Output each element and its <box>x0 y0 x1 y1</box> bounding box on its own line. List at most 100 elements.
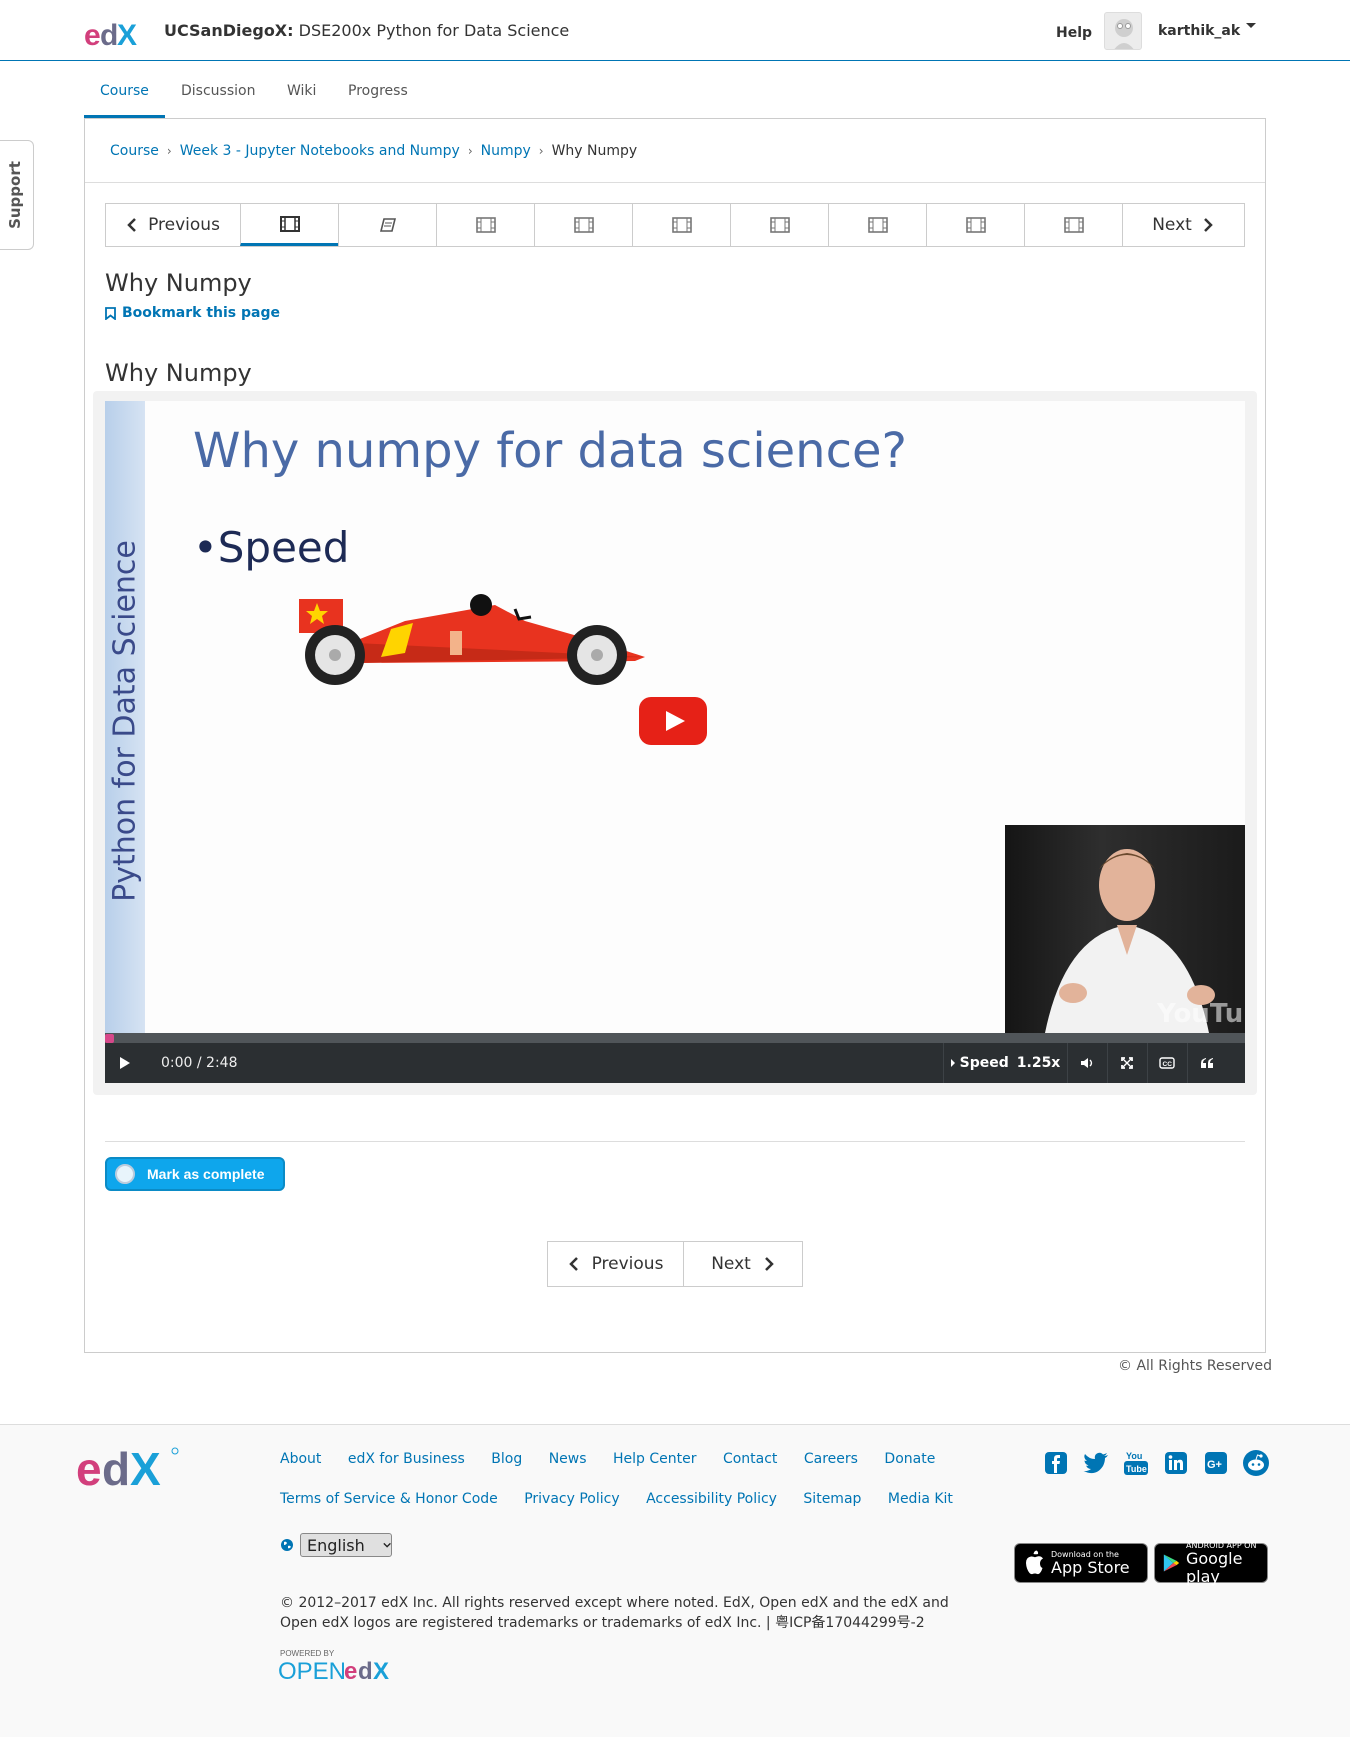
sequence-item-1[interactable] <box>240 204 338 246</box>
breadcrumb-course[interactable]: Course <box>110 143 159 159</box>
copyright-notice: © 2012–2017 edX Inc. All rights reserved… <box>280 1595 949 1631</box>
sequence-item-9[interactable] <box>1024 204 1122 246</box>
sequence-item-2[interactable] <box>338 204 436 246</box>
sequence-next-button[interactable]: Next <box>1122 204 1244 246</box>
chevron-left-icon <box>127 218 136 232</box>
breadcrumb-current: Why Numpy <box>551 143 638 159</box>
footer-link-business[interactable]: edX for Business <box>348 1451 465 1467</box>
svg-text:e: e <box>84 19 101 51</box>
breadcrumb: Course › Week 3 - Jupyter Notebooks and Nu… <box>110 143 637 159</box>
speed-button[interactable]: Speed 1.25x <box>943 1043 1067 1083</box>
transcript-button[interactable] <box>1187 1043 1227 1083</box>
svg-text:POWERED BY: POWERED BY <box>280 1649 335 1658</box>
footer-link-terms[interactable]: Terms of Service & Honor Code <box>280 1491 498 1507</box>
youtube-play-icon[interactable] <box>639 697 707 745</box>
footer-link-sitemap[interactable]: Sitemap <box>803 1491 861 1507</box>
video-icon <box>965 217 986 233</box>
tab-discussion[interactable]: Discussion <box>165 78 271 118</box>
google-play-badge[interactable]: ANDROID APP ON Google play <box>1154 1541 1268 1586</box>
footer-link-help-center[interactable]: Help Center <box>613 1451 697 1467</box>
svg-text:e: e <box>344 1658 357 1685</box>
svg-text:d: d <box>358 1658 373 1685</box>
footer-link-about[interactable]: About <box>280 1451 321 1467</box>
support-label: Support <box>5 161 24 229</box>
video-icon <box>769 217 790 233</box>
edx-logo[interactable]: e d X <box>84 17 144 51</box>
play-button[interactable] <box>105 1043 145 1083</box>
video-icon <box>475 217 496 233</box>
bottom-previous-button[interactable]: Previous <box>548 1242 683 1286</box>
captions-button[interactable]: CC <box>1147 1043 1187 1083</box>
breadcrumb-section[interactable]: Numpy <box>481 143 531 159</box>
svg-text:d: d <box>100 19 118 51</box>
presenter-video: YouTube <box>1005 825 1245 1033</box>
support-tab[interactable]: Support <box>0 140 34 250</box>
powered-by-openedx-logo[interactable]: POWERED BY OPEN e d X <box>278 1647 408 1685</box>
footer-links-legal: Terms of Service & Honor Code Privacy Po… <box>280 1491 975 1507</box>
username[interactable]: karthik_ak <box>1158 23 1240 39</box>
unit-title: Why Numpy <box>105 269 252 297</box>
footer-link-privacy[interactable]: Privacy Policy <box>524 1491 619 1507</box>
breadcrumb-week[interactable]: Week 3 - Jupyter Notebooks and Numpy <box>180 143 460 159</box>
linkedin-icon[interactable] <box>1162 1449 1190 1477</box>
bottom-next-label: Next <box>711 1254 751 1274</box>
volume-button[interactable] <box>1067 1043 1107 1083</box>
google-plus-icon[interactable]: G+ <box>1202 1449 1230 1477</box>
tab-course[interactable]: Course <box>84 78 165 118</box>
mark-complete-button[interactable]: Mark as complete <box>105 1157 285 1191</box>
sequence-item-4[interactable] <box>534 204 632 246</box>
footer-link-news[interactable]: News <box>549 1451 587 1467</box>
twitter-icon[interactable] <box>1082 1449 1110 1477</box>
language-value: English <box>307 1535 365 1555</box>
help-link[interactable]: Help <box>1056 25 1092 41</box>
footer-link-donate[interactable]: Donate <box>884 1451 935 1467</box>
tab-wiki[interactable]: Wiki <box>271 78 332 118</box>
bookmark-button[interactable]: Bookmark this page <box>105 305 280 321</box>
svg-text:X: X <box>373 1658 389 1685</box>
sequence-previous-button[interactable]: Previous <box>106 204 240 246</box>
fullscreen-button[interactable] <box>1107 1043 1147 1083</box>
site-header: e d X UCSanDiegoX: DSE200x Python for Da… <box>0 0 1350 61</box>
video-frame[interactable]: Python for Data Science Why numpy for da… <box>105 401 1245 1033</box>
speed-value: 1.25x <box>1016 1055 1061 1071</box>
app-store-big-text: App Store <box>1051 1557 1130 1577</box>
app-store-badge[interactable]: Download on the App Store <box>1014 1543 1148 1583</box>
footer-link-blog[interactable]: Blog <box>491 1451 522 1467</box>
caret-down-icon[interactable] <box>1240 18 1262 34</box>
chevron-right-icon <box>1203 218 1213 232</box>
tab-progress[interactable]: Progress <box>332 78 424 118</box>
svg-text:OPEN: OPEN <box>278 1658 346 1685</box>
all-rights-reserved: © All Rights Reserved <box>1118 1358 1273 1374</box>
sequence-item-8[interactable] <box>926 204 1024 246</box>
google-play-big-text: Google play <box>1185 1548 1243 1586</box>
video-controls: 0:00 / 2:48 Speed 1.25x CC <box>105 1043 1245 1083</box>
bookmark-label: Bookmark this page <box>122 305 280 321</box>
play-icon <box>120 1057 130 1069</box>
svg-text:X: X <box>130 1445 161 1493</box>
facebook-icon[interactable] <box>1042 1449 1070 1477</box>
caret-right-icon <box>950 1059 955 1067</box>
youtube-watermark: YouTube <box>1157 999 1245 1029</box>
course-title: UCSanDiegoX: DSE200x Python for Data Sci… <box>164 21 569 40</box>
sequence-item-5[interactable] <box>632 204 730 246</box>
footer-link-media-kit[interactable]: Media Kit <box>888 1491 953 1507</box>
video-progress-marker[interactable] <box>105 1034 114 1043</box>
language-select[interactable]: English <box>300 1533 392 1557</box>
user-avatar-icon <box>1114 19 1134 49</box>
svg-text:X: X <box>117 19 137 51</box>
footer-link-careers[interactable]: Careers <box>804 1451 858 1467</box>
edx-footer-logo[interactable]: e d X <box>76 1445 180 1493</box>
youtube-icon[interactable]: You Tube <box>1122 1449 1150 1477</box>
reddit-icon[interactable] <box>1242 1449 1270 1477</box>
video-progress-bar[interactable] <box>105 1033 1245 1043</box>
sequence-item-3[interactable] <box>436 204 534 246</box>
bottom-next-button[interactable]: Next <box>684 1242 802 1286</box>
footer-link-contact[interactable]: Contact <box>723 1451 777 1467</box>
quote-icon <box>1201 1058 1213 1068</box>
sequence-item-6[interactable] <box>730 204 828 246</box>
avatar[interactable] <box>1104 12 1142 50</box>
footer-links-primary: About edX for Business Blog News Help Ce… <box>280 1451 957 1467</box>
sequence-nav: Previous Next <box>105 203 1245 247</box>
footer-link-accessibility[interactable]: Accessibility Policy <box>646 1491 777 1507</box>
sequence-item-7[interactable] <box>828 204 926 246</box>
